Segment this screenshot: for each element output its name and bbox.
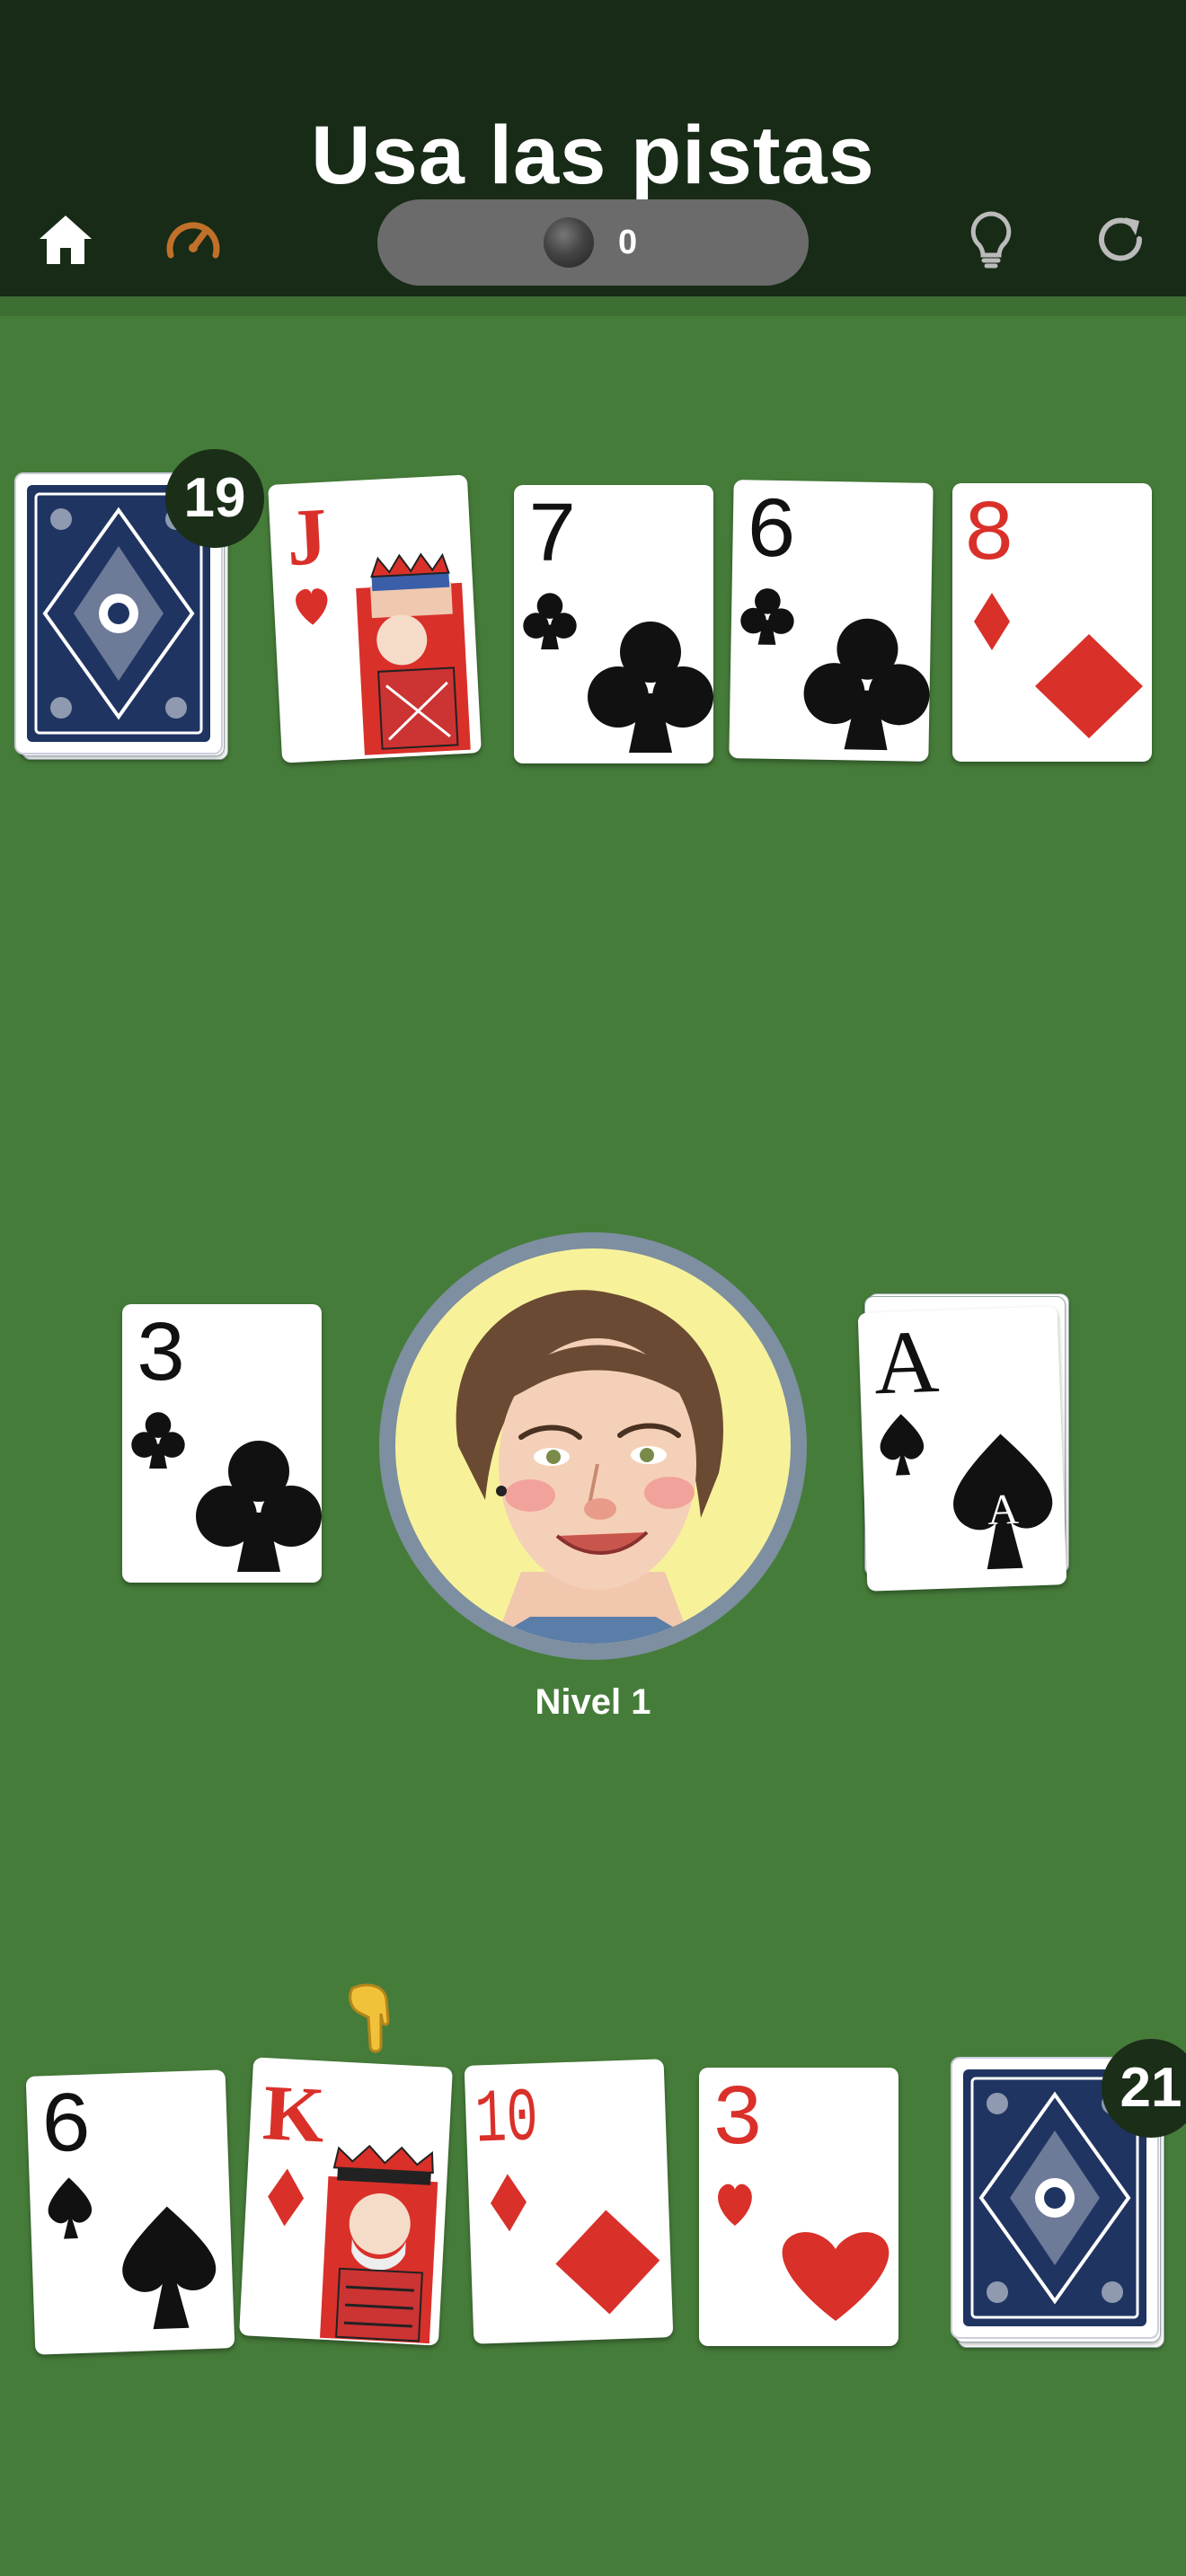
player-card-ten-diamonds[interactable]: 10: [464, 2059, 674, 2344]
hint-pointer-icon: [340, 1976, 403, 2066]
level-label: Nivel 1: [535, 1682, 651, 1722]
opponent-avatar: [379, 1232, 807, 1660]
svg-text:6: 6: [745, 483, 799, 582]
svg-text:8: 8: [963, 487, 1015, 585]
table-card-three-clubs: 3: [122, 1304, 322, 1583]
opponent-deck-count: 19: [165, 449, 264, 548]
svg-text:A: A: [987, 1486, 1020, 1534]
opponent-card-jack-hearts: J: [268, 474, 482, 763]
svg-text:K: K: [261, 2069, 326, 2159]
refresh-icon[interactable]: [1089, 208, 1152, 271]
svg-text:A: A: [872, 1311, 941, 1413]
speedometer-icon[interactable]: [162, 208, 225, 271]
opponent-card-six-clubs: 6: [729, 480, 934, 762]
svg-text:10: 10: [474, 2077, 539, 2164]
coin-count: 0: [618, 224, 638, 261]
player-card-king-diamonds[interactable]: K: [239, 2057, 453, 2346]
svg-text:7: 7: [527, 489, 579, 587]
header-divider: [0, 296, 1186, 316]
opponent-card-seven-clubs: 7: [514, 485, 713, 763]
opponent-card-eight-diamonds: 8: [952, 483, 1152, 762]
page-title: Usa las pistas: [311, 110, 875, 201]
home-icon[interactable]: [34, 208, 97, 271]
svg-text:J: J: [285, 492, 330, 583]
lightbulb-icon[interactable]: [960, 208, 1022, 271]
player-card-three-hearts[interactable]: 3: [699, 2068, 898, 2346]
table-card-ace-spades: A A: [857, 1306, 1067, 1592]
svg-text:3: 3: [712, 2071, 764, 2169]
coin-icon: [544, 217, 594, 268]
player-card-six-spades[interactable]: 6: [25, 2069, 235, 2355]
svg-text:3: 3: [135, 1308, 187, 1406]
svg-text:6: 6: [39, 2078, 93, 2177]
coin-counter: 0: [377, 199, 809, 286]
